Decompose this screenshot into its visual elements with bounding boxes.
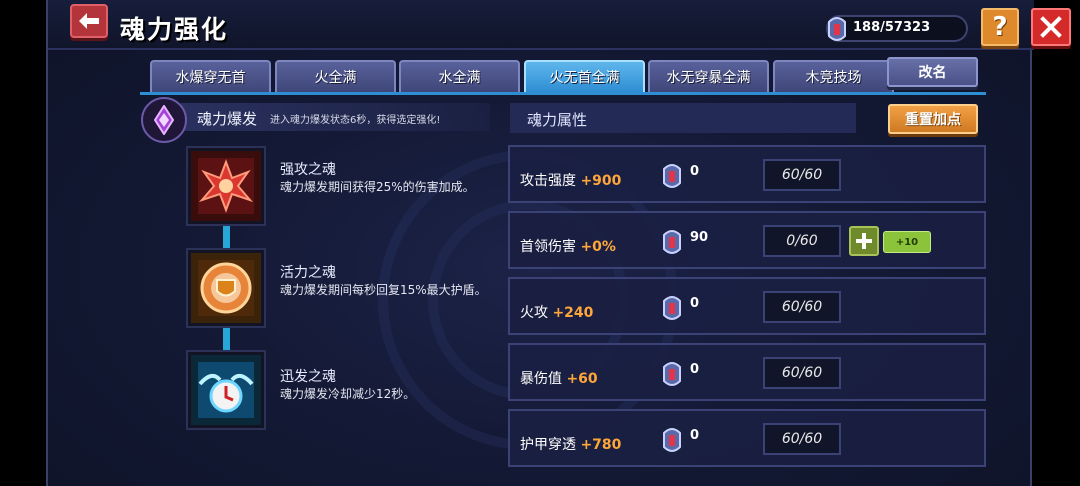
soul-description: 魂力爆发期间每秒回复15%最大护盾。 <box>280 283 487 297</box>
soul-name: 迅发之魂 <box>280 369 336 385</box>
gem-count: 0 <box>690 428 700 443</box>
tab-5[interactable]: 木竞技场 <box>773 60 894 92</box>
attribute-bonus: +780 <box>580 437 622 453</box>
gem-count: 0 <box>690 362 700 377</box>
tab-1[interactable]: 火全满 <box>275 60 396 92</box>
attribute-row: 火攻 +240 0 60/60 <box>508 277 986 335</box>
attribute-name: 攻击强度 <box>520 173 576 189</box>
soul-gem-icon <box>663 362 681 386</box>
soul-gem-icon <box>663 164 681 188</box>
attribute-progress: 60/60 <box>763 291 841 323</box>
tab-3[interactable]: 火无首全满 <box>524 60 645 92</box>
soul-gem-icon <box>663 230 681 254</box>
help-button[interactable]: ? <box>981 8 1019 46</box>
soul-name: 活力之魂 <box>280 265 336 281</box>
add-ten-points-button[interactable]: +10 <box>883 231 931 253</box>
soul-connector <box>223 325 230 351</box>
soul-gem-icon <box>828 17 846 41</box>
soul-description: 魂力爆发冷却减少12秒。 <box>280 387 416 401</box>
attribute-progress: 60/60 <box>763 159 841 191</box>
page-title: 魂力强化 <box>120 15 229 44</box>
reset-points-button[interactable]: 重置加点 <box>888 104 978 134</box>
gem-count: 0 <box>690 164 700 179</box>
attribute-progress: 60/60 <box>763 423 841 455</box>
gem-count: 90 <box>690 230 709 245</box>
attribute-name: 暴伤值 <box>520 371 562 387</box>
add-point-button[interactable] <box>849 226 879 256</box>
attribute-row: 攻击强度 +900 0 60/60 <box>508 145 986 203</box>
vitality-soul-icon[interactable] <box>186 248 266 328</box>
soul-gem-icon <box>663 296 681 320</box>
soul-connector <box>223 225 230 251</box>
back-button[interactable] <box>70 4 108 38</box>
burst-description: 进入魂力爆发状态6秒，获得选定强化! <box>270 115 441 126</box>
attribute-progress: 0/60 <box>763 225 841 257</box>
tab-underline <box>140 92 986 95</box>
tab-2[interactable]: 水全满 <box>399 60 520 92</box>
gem-count: 0 <box>690 296 700 311</box>
close-button[interactable] <box>1031 8 1071 46</box>
attribute-name: 火攻 <box>520 305 548 321</box>
rename-button[interactable]: 改名 <box>887 57 978 87</box>
attribute-row: 首领伤害 +0% 90 0/60 +10 <box>508 211 986 269</box>
attributes-title: 魂力属性 <box>527 111 588 129</box>
tab-4[interactable]: 水无穿暴全满 <box>648 60 769 92</box>
tab-0[interactable]: 水爆穿无首 <box>150 60 271 92</box>
soul-burst-icon <box>141 97 187 143</box>
soul-description: 魂力爆发期间获得25%的伤害加成。 <box>280 180 475 194</box>
attribute-bonus: +60 <box>566 371 598 387</box>
attack-soul-icon[interactable] <box>186 146 266 226</box>
attribute-bonus: +0% <box>580 239 616 255</box>
attribute-row: 暴伤值 +60 0 60/60 <box>508 343 986 401</box>
back-arrow-icon <box>79 13 99 29</box>
burst-title: 魂力爆发 <box>197 110 258 128</box>
close-icon <box>1040 16 1062 38</box>
currency-value: 188/57323 <box>853 20 931 35</box>
attribute-bonus: +240 <box>552 305 594 321</box>
plus-icon <box>856 233 872 249</box>
attribute-bonus: +900 <box>580 173 622 189</box>
attribute-row: 护甲穿透 +780 0 60/60 <box>508 409 986 467</box>
soul-gem-icon <box>663 428 681 452</box>
swift-soul-icon[interactable] <box>186 350 266 430</box>
attribute-name: 首领伤害 <box>520 239 576 255</box>
attribute-progress: 60/60 <box>763 357 841 389</box>
attribute-name: 护甲穿透 <box>520 437 576 453</box>
soul-name: 强攻之魂 <box>280 162 336 178</box>
